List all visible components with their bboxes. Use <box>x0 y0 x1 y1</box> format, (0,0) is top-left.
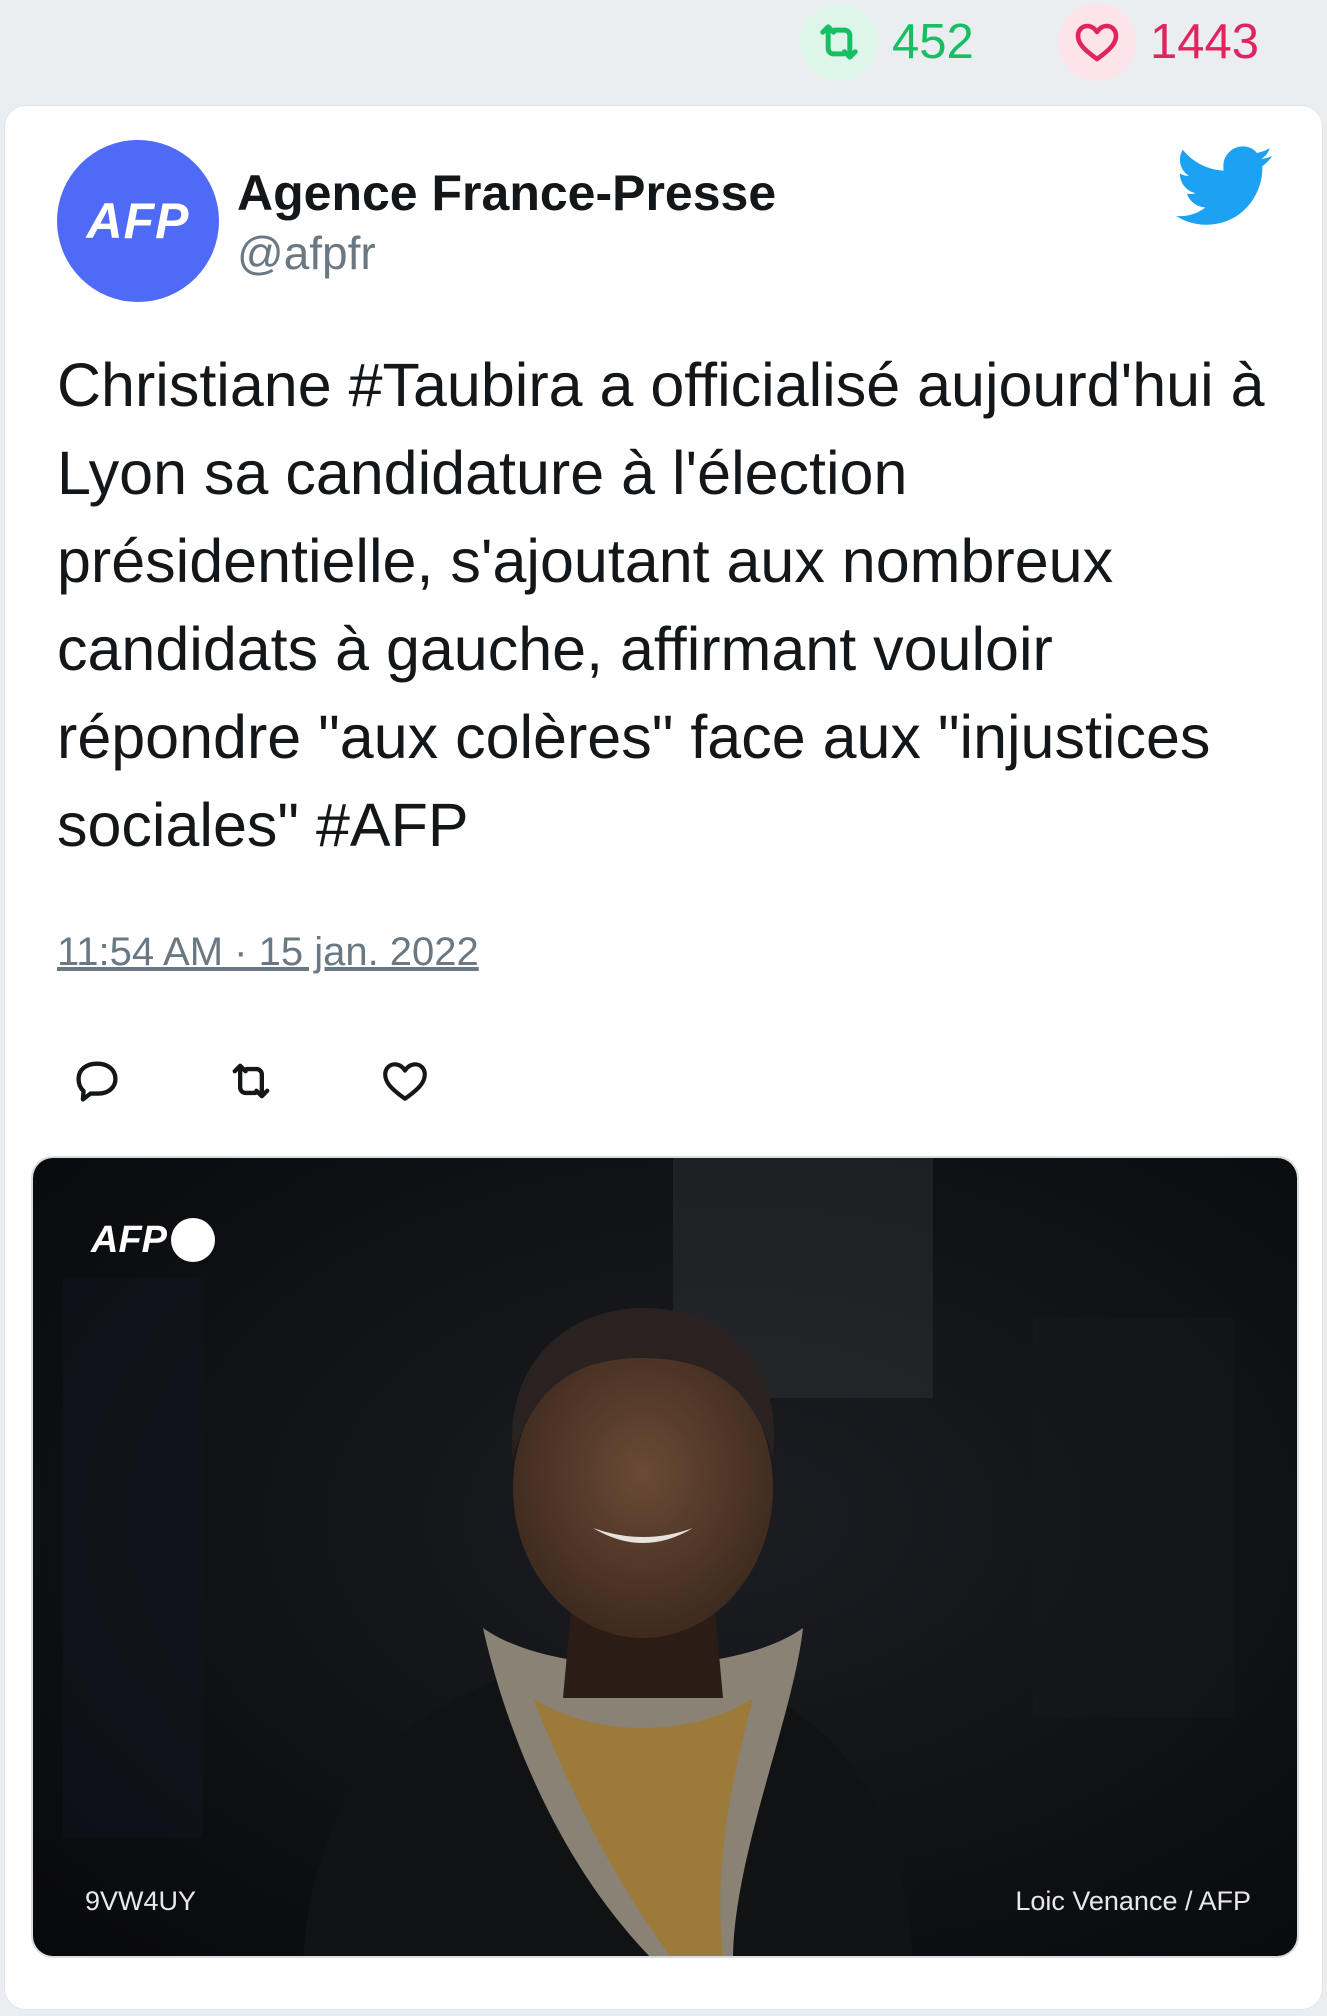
photo-image <box>33 1158 1297 1956</box>
retweet-button[interactable] <box>225 1055 277 1107</box>
avatar-logo-text: AFP <box>86 193 190 249</box>
like-stat[interactable]: 1443 <box>1058 3 1260 81</box>
afp-watermark-text: AFP <box>91 1218 167 1261</box>
photo-credit: Loic Venance / AFP <box>1015 1886 1251 1916</box>
twitter-bird-icon[interactable] <box>1175 146 1275 228</box>
tweet-text: Christiane #Taubira a officialisé aujour… <box>57 351 1265 859</box>
like-count: 1443 <box>1150 15 1260 69</box>
like-icon <box>383 1062 427 1101</box>
photo-code: 9VW4UY <box>85 1886 197 1916</box>
reply-button[interactable] <box>71 1055 123 1107</box>
tweet-card: AFP Agence France-Presse @afpfr Christia… <box>4 105 1323 2010</box>
retweet-icon <box>232 1063 270 1099</box>
retweet-icon <box>820 24 858 60</box>
engagement-stats: 452 1443 <box>0 0 1327 90</box>
heart-icon <box>1075 23 1119 62</box>
avatar[interactable]: AFP <box>57 140 219 302</box>
tweet-timestamp[interactable]: 11:54 AM · 15 jan. 2022 <box>57 930 479 975</box>
like-stat-icon-wrap <box>1058 3 1136 81</box>
retweet-stat[interactable]: 452 <box>800 3 974 81</box>
retweet-stat-icon-wrap <box>800 3 878 81</box>
retweet-count: 452 <box>892 15 974 69</box>
author-name[interactable]: Agence France-Presse <box>237 164 776 222</box>
tweet-actions <box>71 1051 431 1111</box>
tweet-media-photo[interactable]: AFP 9VW4UY Loic Venance / AFP <box>31 1156 1299 1958</box>
afp-watermark-logo: AFP <box>91 1218 215 1262</box>
reply-icon <box>76 1061 118 1102</box>
author-handle[interactable]: @afpfr <box>237 226 376 280</box>
afp-watermark-dot <box>171 1218 215 1262</box>
like-button[interactable] <box>379 1055 431 1107</box>
